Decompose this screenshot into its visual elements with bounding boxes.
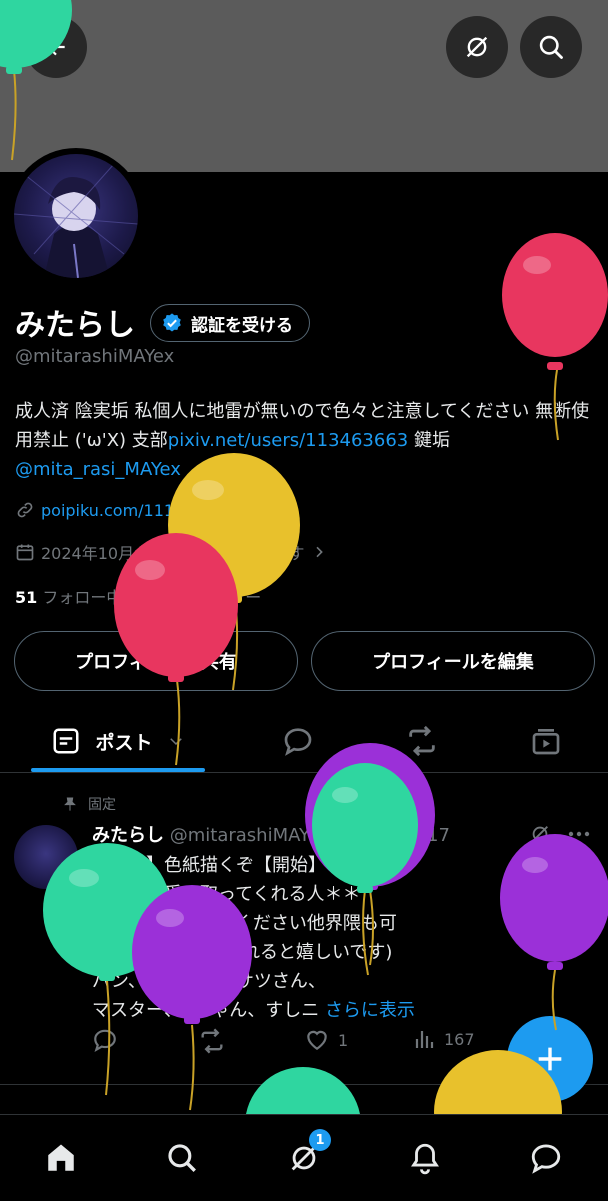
- heart-icon: [307, 1030, 327, 1050]
- post-handle-date: @mitarashiMAYex · 2025/08/17: [169, 825, 450, 846]
- pin-icon: [64, 797, 76, 811]
- show-more-link[interactable]: さらに表示: [325, 1000, 415, 1021]
- nav-messages[interactable]: [521, 1133, 571, 1183]
- pinned-indicator: 固定: [62, 794, 116, 814]
- verified-badge-icon: [163, 313, 181, 332]
- search-icon: [539, 35, 563, 59]
- profile-display-name: みたらし: [15, 308, 135, 343]
- views-action[interactable]: 167: [412, 1027, 475, 1051]
- arrow-left-icon: [46, 38, 65, 56]
- avatar-image: [14, 154, 138, 278]
- tab-posts-label: ポスト: [95, 731, 153, 754]
- more-options-icon[interactable]: [566, 823, 592, 845]
- following-label: フォロー中: [42, 588, 123, 607]
- bottom-navigation: 1: [0, 1114, 608, 1201]
- post-body[interactable]: 【作業】色紙描くぞ【開始】 ＊＊色紙受け取ってくれる人＊＊ キャラをリプしてくだ…: [92, 851, 492, 1025]
- chat-icon: [531, 1144, 561, 1174]
- nav-grok[interactable]: 1: [279, 1129, 331, 1183]
- view-count: 167: [444, 1029, 475, 1049]
- bio-mention-link[interactable]: @mita_rasi_MAYex: [15, 459, 181, 480]
- following-count: 51: [15, 588, 38, 607]
- followers-count: 203: [142, 588, 177, 607]
- get-verified-button[interactable]: 認証を受ける: [150, 304, 310, 342]
- pinned-label: 固定: [88, 797, 116, 813]
- like-action[interactable]: 1: [304, 1027, 348, 1053]
- nav-notifications[interactable]: [400, 1133, 450, 1183]
- bio-pixiv-link[interactable]: pixiv.net/users/113463663: [168, 430, 408, 451]
- edit-profile-button[interactable]: プロフィールを編集: [311, 631, 595, 691]
- nav-search[interactable]: [157, 1133, 207, 1183]
- profile-tabs: ポスト: [0, 710, 608, 773]
- post-author-avatar[interactable]: [14, 825, 78, 889]
- bio-suffix: 鍵垢: [408, 430, 450, 451]
- followers-label: フォロワー: [181, 588, 262, 607]
- following-link[interactable]: 51 フォロー中: [15, 588, 122, 607]
- notification-badge: 1: [309, 1129, 331, 1151]
- media-icon: [532, 729, 560, 755]
- follow-stats: 51 フォロー中 203 フォロワー: [15, 584, 261, 608]
- reply-icon: [94, 1029, 116, 1053]
- plus-icon: [538, 1047, 562, 1071]
- chevron-down-icon[interactable]: [167, 732, 185, 750]
- nav-home[interactable]: [36, 1133, 86, 1183]
- home-icon: [48, 1144, 74, 1171]
- website-link[interactable]: poipiku.com/11190370/11386...: [41, 501, 297, 520]
- views-icon: [415, 1031, 434, 1048]
- post-author-name[interactable]: みたらし: [92, 825, 164, 846]
- verify-label: 認証を受ける: [191, 315, 293, 336]
- repost-action[interactable]: [198, 1027, 226, 1055]
- grok-button[interactable]: [446, 16, 508, 78]
- calendar-icon: [16, 544, 34, 561]
- profile-banner[interactable]: [0, 0, 608, 172]
- like-count: 1: [338, 1030, 349, 1050]
- profile-joined[interactable]: 2024年10月からXを利用しています: [15, 540, 327, 564]
- search-icon: [168, 1144, 196, 1172]
- repost-icon: [201, 1028, 223, 1054]
- post-header: みたらし @mitarashiMAYex · 2025/08/17: [92, 821, 450, 847]
- joined-text: 2024年10月からXを利用しています: [41, 544, 305, 563]
- chevron-right-icon: [315, 546, 323, 558]
- profile-avatar[interactable]: [8, 148, 144, 284]
- tab-replies[interactable]: [266, 710, 330, 772]
- profile-bio: 成人済 陰実垢 私個人に地雷が無いので色々と注意してください 無断使用禁止 ('…: [15, 397, 605, 484]
- tab-reposts[interactable]: [390, 710, 454, 772]
- profile-website[interactable]: poipiku.com/11190370/11386...: [15, 500, 297, 520]
- tab-media[interactable]: [514, 710, 578, 772]
- share-profile-button[interactable]: プロフィールを共有: [14, 631, 298, 691]
- grok-post-icon[interactable]: [529, 823, 551, 845]
- post-text: 【作業】色紙描くぞ【開始】 ＊＊色紙受け取ってくれる人＊＊ キャラをリプしてくだ…: [92, 855, 397, 1021]
- compose-button[interactable]: [507, 1016, 593, 1102]
- link-icon: [17, 502, 33, 518]
- posts-icon: [53, 728, 79, 754]
- reply-action[interactable]: [92, 1027, 118, 1053]
- profile-handle: @mitarashiMAYex: [15, 346, 175, 367]
- active-tab-indicator: [31, 768, 205, 772]
- search-button[interactable]: [520, 16, 582, 78]
- followers-link[interactable]: 203 フォロワー: [143, 588, 262, 607]
- grok-icon: [466, 36, 488, 58]
- balloon-purple-right: [500, 834, 608, 1031]
- back-button[interactable]: [25, 16, 87, 78]
- bell-icon: [411, 1143, 439, 1175]
- tab-posts[interactable]: ポスト: [31, 710, 205, 772]
- reply-icon: [284, 728, 312, 756]
- repost-icon: [409, 725, 435, 757]
